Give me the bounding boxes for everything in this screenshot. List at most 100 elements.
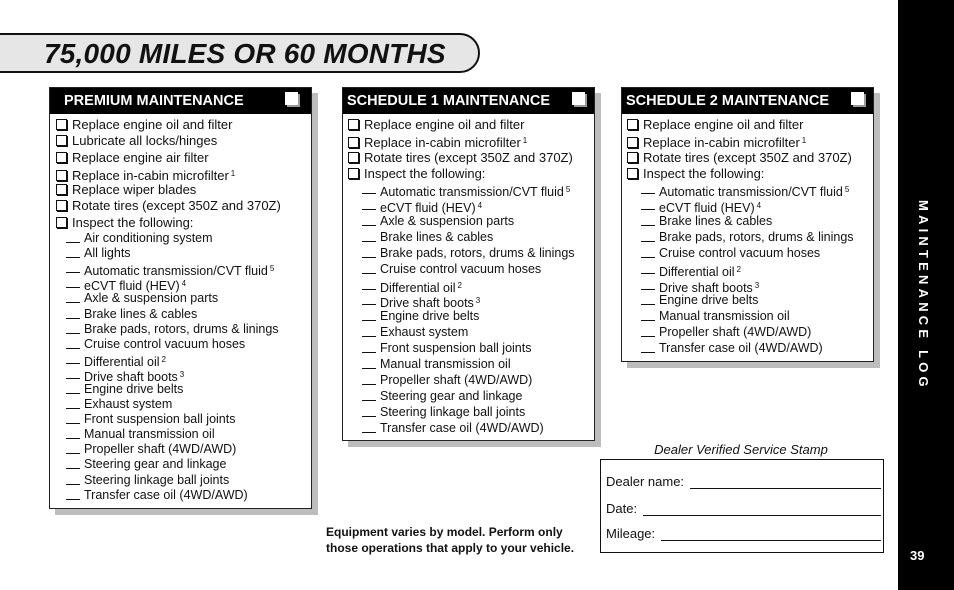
- checklist-item[interactable]: Replace in-cabin microfilter 1: [627, 133, 873, 150]
- checklist-item[interactable]: Rotate tires (except 350Z and 370Z): [56, 198, 311, 214]
- checkbox-icon[interactable]: [56, 135, 67, 147]
- check-blank[interactable]: [362, 357, 376, 369]
- inspect-item[interactable]: Steering linkage ball joints: [348, 405, 594, 421]
- checkbox-icon[interactable]: [56, 200, 67, 212]
- check-blank[interactable]: [66, 473, 80, 485]
- inspect-item[interactable]: Steering gear and linkage: [348, 389, 594, 405]
- check-blank[interactable]: [362, 293, 376, 306]
- checkbox-icon[interactable]: [56, 169, 67, 181]
- check-blank[interactable]: [66, 291, 80, 304]
- checklist-item[interactable]: Replace engine oil and filter: [627, 117, 873, 133]
- checklist-item[interactable]: Inspect the following:: [627, 166, 873, 182]
- check-blank[interactable]: [66, 231, 80, 244]
- checklist-item[interactable]: Inspect the following:: [348, 166, 594, 182]
- check-blank[interactable]: [641, 278, 655, 290]
- header-checkbox-icon[interactable]: [851, 92, 864, 105]
- inspect-item[interactable]: Propeller shaft (4WD/AWD): [627, 325, 873, 341]
- check-blank[interactable]: [66, 276, 80, 289]
- checkbox-icon[interactable]: [348, 167, 359, 179]
- checkbox-icon[interactable]: [348, 151, 359, 163]
- inspect-item[interactable]: Engine drive belts: [348, 309, 594, 325]
- inspect-item[interactable]: Cruise control vacuum hoses: [56, 337, 311, 352]
- check-blank[interactable]: [66, 337, 80, 349]
- inspect-item[interactable]: Brake pads, rotors, drums & linings: [627, 230, 873, 246]
- check-blank[interactable]: [362, 341, 376, 354]
- inspect-item[interactable]: Brake lines & cables: [627, 214, 873, 230]
- check-blank[interactable]: [66, 246, 80, 259]
- check-blank[interactable]: [66, 457, 80, 470]
- check-blank[interactable]: [641, 198, 655, 211]
- date-field[interactable]: [643, 503, 881, 516]
- check-blank[interactable]: [362, 230, 376, 242]
- checklist-item[interactable]: Replace wiper blades: [56, 182, 311, 198]
- check-blank[interactable]: [66, 352, 80, 364]
- inspect-item[interactable]: Transfer case oil (4WD/AWD): [348, 421, 594, 437]
- check-blank[interactable]: [362, 373, 376, 385]
- inspect-item[interactable]: Transfer case oil (4WD/AWD): [627, 341, 873, 357]
- inspect-item[interactable]: Brake pads, rotors, drums & linings: [348, 246, 594, 262]
- checkbox-icon[interactable]: [56, 184, 67, 196]
- inspect-item[interactable]: Manual transmission oil: [56, 427, 311, 442]
- inspect-item[interactable]: Drive shaft boots 3: [627, 278, 873, 295]
- check-blank[interactable]: [641, 262, 655, 274]
- inspect-item[interactable]: Exhaust system: [56, 397, 311, 412]
- check-blank[interactable]: [641, 309, 655, 322]
- inspect-item[interactable]: Drive shaft boots 3: [348, 293, 594, 310]
- check-blank[interactable]: [641, 325, 655, 338]
- inspect-item[interactable]: Engine drive belts: [56, 382, 311, 397]
- checklist-item[interactable]: Lubricate all locks/hinges: [56, 133, 311, 149]
- checklist-item[interactable]: Rotate tires (except 350Z and 370Z): [627, 150, 873, 166]
- check-blank[interactable]: [362, 421, 376, 433]
- checkbox-icon[interactable]: [56, 119, 67, 130]
- inspect-item[interactable]: Drive shaft boots 3: [56, 367, 311, 384]
- inspect-item[interactable]: Differential oil 2: [348, 278, 594, 295]
- inspect-item[interactable]: Differential oil 2: [56, 352, 311, 369]
- checkbox-icon[interactable]: [56, 216, 67, 228]
- inspect-item[interactable]: Cruise control vacuum hoses: [627, 246, 873, 262]
- check-blank[interactable]: [362, 182, 376, 195]
- check-blank[interactable]: [362, 262, 376, 274]
- check-blank[interactable]: [362, 278, 376, 290]
- inspect-item[interactable]: Propeller shaft (4WD/AWD): [348, 373, 594, 389]
- checkbox-icon[interactable]: [56, 151, 67, 163]
- checklist-item[interactable]: Replace in-cabin microfilter 1: [56, 166, 311, 183]
- inspect-item[interactable]: Engine drive belts: [627, 293, 873, 309]
- check-blank[interactable]: [66, 322, 80, 334]
- check-blank[interactable]: [641, 230, 655, 242]
- inspect-item[interactable]: Brake lines & cables: [348, 230, 594, 246]
- check-blank[interactable]: [641, 246, 655, 258]
- checklist-item[interactable]: Replace engine oil and filter: [56, 117, 311, 133]
- inspect-item[interactable]: Manual transmission oil: [348, 357, 594, 373]
- header-checkbox-icon[interactable]: [285, 92, 298, 105]
- checkbox-icon[interactable]: [627, 151, 638, 163]
- checklist-item[interactable]: Replace engine air filter: [56, 150, 311, 166]
- inspect-item[interactable]: Front suspension ball joints: [56, 412, 311, 427]
- inspect-item[interactable]: All lights: [56, 246, 311, 261]
- check-blank[interactable]: [641, 341, 655, 354]
- inspect-item[interactable]: Steering linkage ball joints: [56, 473, 311, 488]
- check-blank[interactable]: [641, 293, 655, 306]
- check-blank[interactable]: [362, 246, 376, 258]
- inspect-item[interactable]: Automatic transmission/CVT fluid 5: [348, 182, 594, 199]
- check-blank[interactable]: [66, 307, 80, 319]
- check-blank[interactable]: [362, 309, 376, 322]
- check-blank[interactable]: [66, 427, 80, 440]
- inspect-item[interactable]: eCVT fluid (HEV) 4: [627, 198, 873, 215]
- inspect-item[interactable]: Steering gear and linkage: [56, 457, 311, 472]
- check-blank[interactable]: [362, 198, 376, 211]
- check-blank[interactable]: [66, 488, 80, 500]
- checkbox-icon[interactable]: [627, 137, 638, 149]
- check-blank[interactable]: [66, 397, 80, 410]
- check-blank[interactable]: [362, 214, 376, 226]
- mileage-field[interactable]: [661, 528, 881, 541]
- checkbox-icon[interactable]: [627, 167, 638, 179]
- checklist-item[interactable]: Inspect the following:: [56, 215, 311, 231]
- inspect-item[interactable]: Automatic transmission/CVT fluid 5: [627, 182, 873, 199]
- inspect-item[interactable]: Axle & suspension parts: [56, 291, 311, 306]
- check-blank[interactable]: [641, 214, 655, 226]
- inspect-item[interactable]: Air conditioning system: [56, 231, 311, 246]
- inspect-item[interactable]: Automatic transmission/CVT fluid 5: [56, 261, 311, 278]
- inspect-item[interactable]: eCVT fluid (HEV) 4: [56, 276, 311, 293]
- check-blank[interactable]: [66, 382, 80, 395]
- check-blank[interactable]: [66, 261, 80, 274]
